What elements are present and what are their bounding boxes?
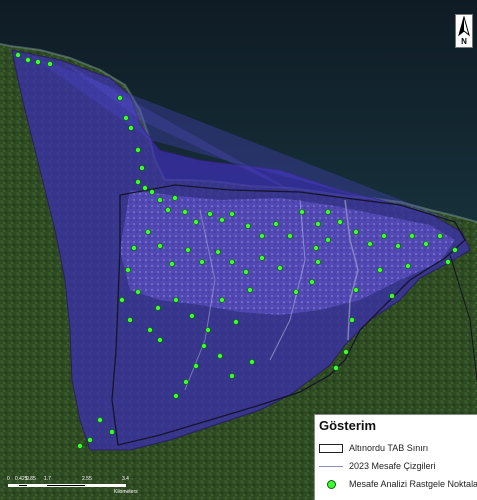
scale-label: 0.85 xyxy=(26,476,36,482)
legend-title: Gösterim xyxy=(319,418,377,433)
line-swatch-icon xyxy=(319,465,343,467)
legend-item-distance-lines: 2023 Mesafe Çizgileri xyxy=(319,459,436,473)
legend-label: Mesafe Analizi Rastgele Noktalar xyxy=(349,479,477,489)
scale-label: 0 xyxy=(7,476,10,482)
point-swatch-icon xyxy=(319,478,343,490)
legend-label: 2023 Mesafe Çizgileri xyxy=(349,461,436,471)
map-canvas: N Gösterim Altınordu TAB Sınırı 2023 Mes… xyxy=(0,0,477,500)
legend-item-points: Mesafe Analizi Rastgele Noktalar xyxy=(319,477,477,491)
north-arrow: N xyxy=(455,14,473,48)
scale-bar: 0 0.425 0.85 1.7 2.55 3.4 Kilometers xyxy=(2,476,162,496)
north-letter: N xyxy=(461,37,467,46)
legend-label: Altınordu TAB Sınırı xyxy=(349,443,429,453)
legend-item-boundary: Altınordu TAB Sınırı xyxy=(319,441,428,455)
boundary-swatch-icon xyxy=(319,443,343,453)
scale-label: 3.4 xyxy=(122,476,129,482)
scale-unit: Kilometers xyxy=(114,489,138,495)
scale-label: 1.7 xyxy=(44,476,51,482)
north-arrow-icon xyxy=(458,16,470,37)
scale-label: 2.55 xyxy=(82,476,92,482)
legend: Gösterim Altınordu TAB Sınırı 2023 Mesaf… xyxy=(314,414,477,500)
